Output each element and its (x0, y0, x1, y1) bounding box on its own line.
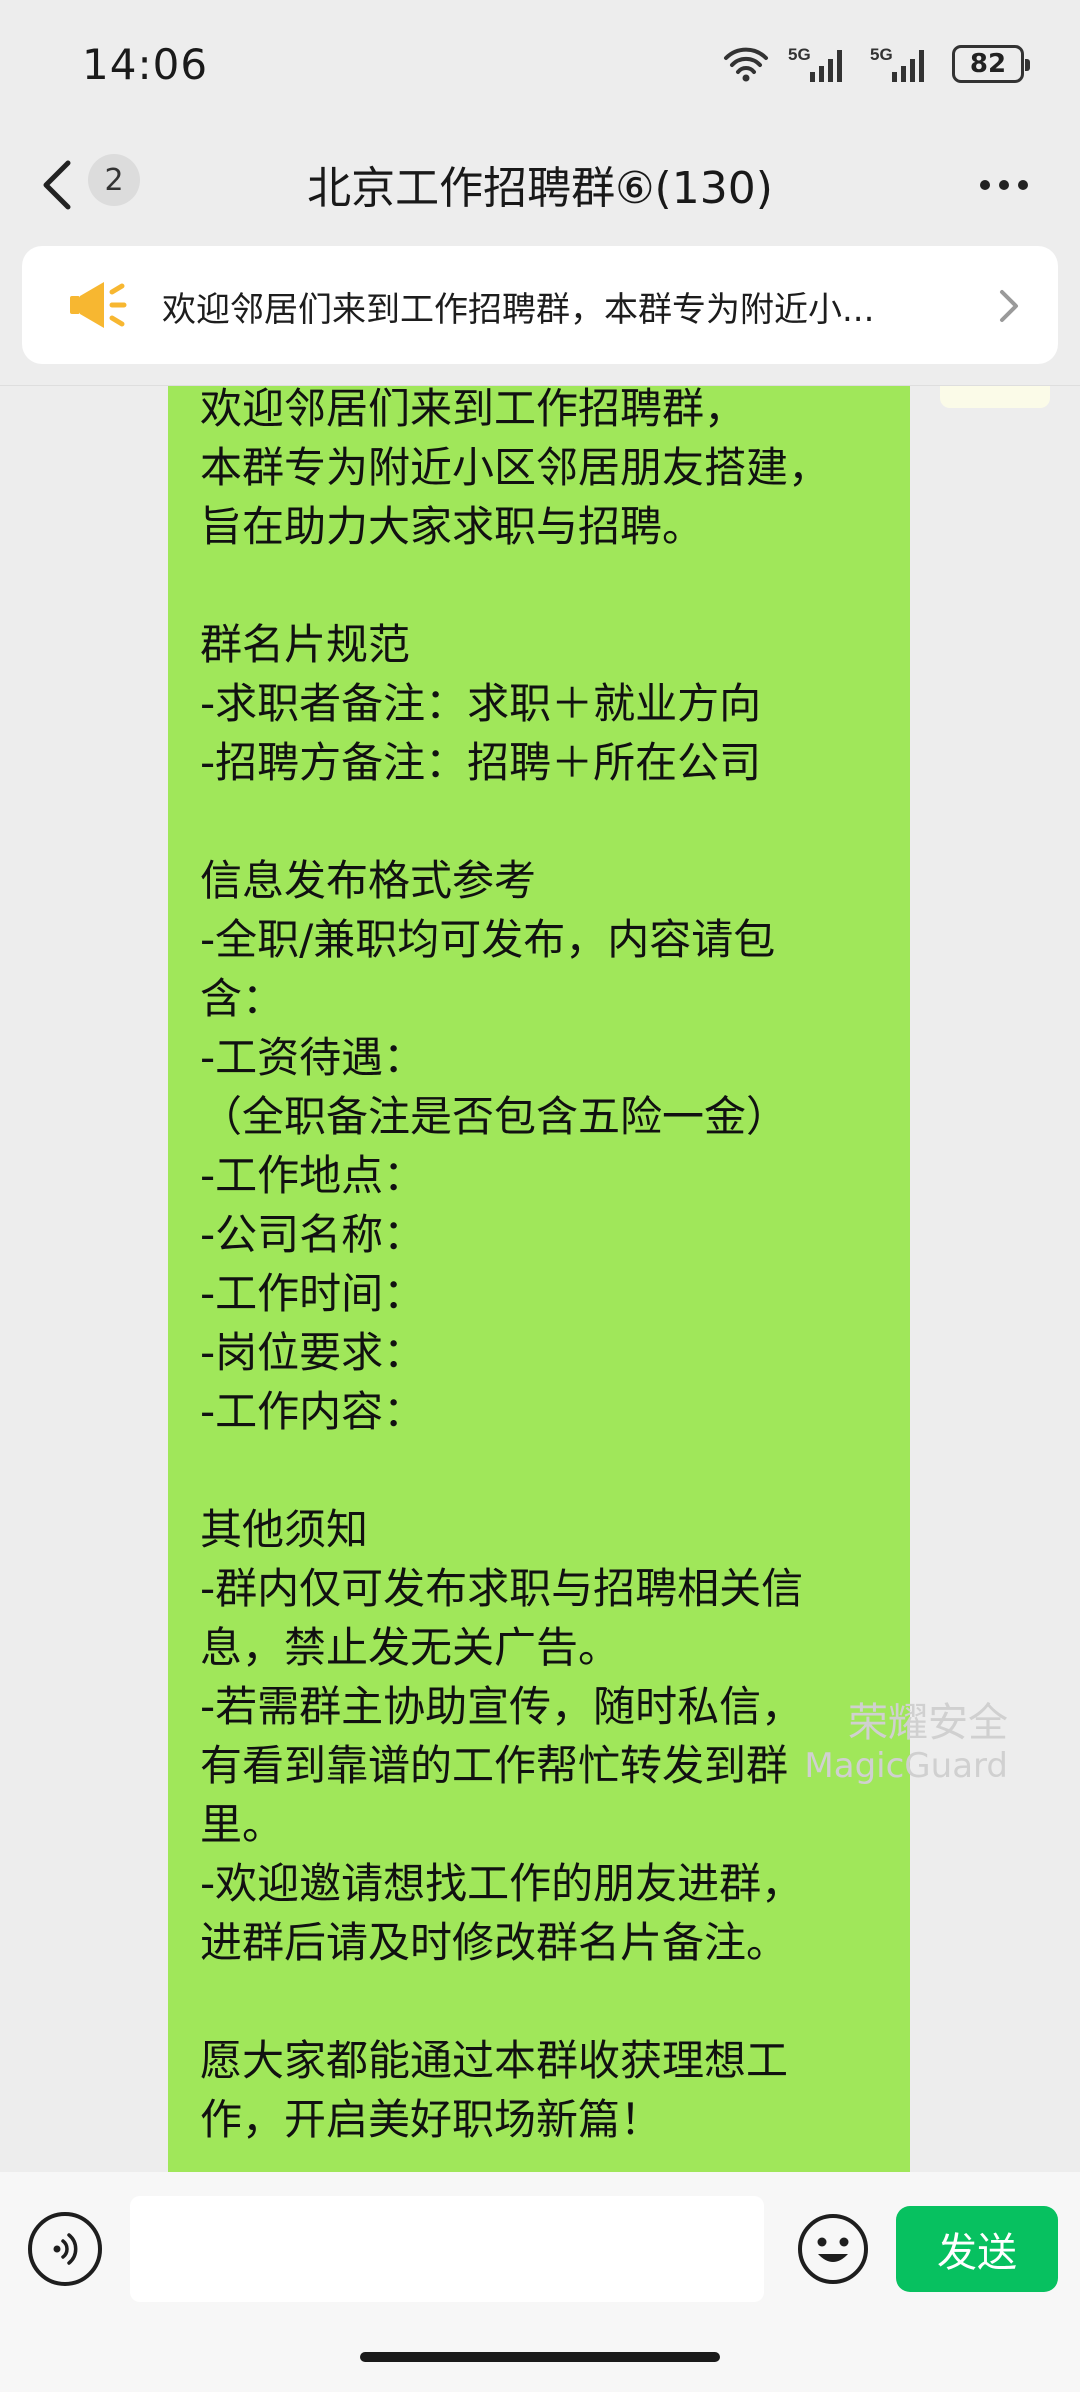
chat-screen: 14:06 5G 5G 82 2 北京工作招聘群⑥(130) 欢迎邻居们来到工作… (0, 0, 1080, 2392)
wifi-icon (722, 44, 770, 84)
message-input[interactable] (130, 2196, 764, 2302)
watermark-line1: 荣耀安全 (848, 1700, 1008, 1746)
chat-title: 北京工作招聘群⑥(130) (307, 163, 773, 214)
signal-icon-1: 5G (788, 44, 852, 84)
home-indicator[interactable] (360, 2352, 720, 2362)
previous-message-bubble[interactable] (940, 386, 1050, 408)
status-bar: 14:06 5G 5G 82 (0, 0, 1080, 130)
megaphone-icon (66, 276, 130, 334)
network-label-1: 5G (788, 45, 811, 64)
battery-icon: 82 (952, 45, 1030, 83)
battery-level: 82 (969, 49, 1007, 79)
network-label-2: 5G (870, 45, 893, 64)
send-button[interactable]: 发送 (896, 2206, 1058, 2292)
more-icon[interactable] (964, 160, 1044, 210)
watermark-line2: MagicGuard (804, 1746, 1008, 1786)
announcement-text: 欢迎邻居们来到工作招聘群，本群专为附近小... (162, 290, 875, 330)
emoji-icon[interactable] (796, 2212, 870, 2286)
nav-bar: 2 北京工作招聘群⑥(130) (0, 130, 1080, 240)
chevron-right-icon (996, 286, 1020, 326)
group-announcement[interactable]: 欢迎邻居们来到工作招聘群，本群专为附近小... (22, 246, 1058, 364)
signal-icon-2: 5G (870, 44, 934, 84)
voice-icon[interactable] (28, 2212, 102, 2286)
status-time: 14:06 (82, 40, 209, 89)
input-bar: 发送 (0, 2172, 1080, 2392)
message-text: 欢迎邻居们来到工作招聘群， 本群专为附近小区邻居朋友搭建， 旨在助力大家求职与招… (200, 386, 831, 2144)
chat-area[interactable]: 欢迎邻居们来到工作招聘群， 本群专为附近小区邻居朋友搭建， 旨在助力大家求职与招… (0, 386, 1080, 2172)
watermark: 荣耀安全 MagicGuard (804, 1700, 1008, 1786)
message-bubble[interactable]: 欢迎邻居们来到工作招聘群， 本群专为附近小区邻居朋友搭建， 旨在助力大家求职与招… (168, 386, 910, 2172)
status-icons: 5G 5G 82 (722, 44, 1030, 84)
